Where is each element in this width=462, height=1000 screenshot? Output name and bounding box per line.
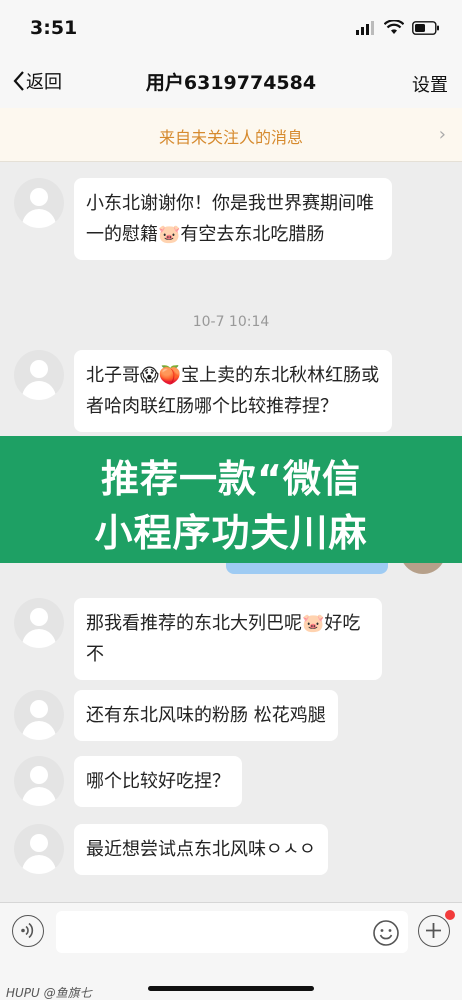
settings-button[interactable]: 设置 <box>412 71 448 97</box>
message-row: 哪个比较好吃捏？ <box>14 756 242 807</box>
message-row: 还有东北风味的粉肠 松花鸡腿 <box>14 690 338 741</box>
message-bubble[interactable]: 还有东北风味的粉肠 松花鸡腿 <box>74 690 338 741</box>
bottom-area: HUPU @鱼旗七 <box>0 962 462 1000</box>
voice-button[interactable] <box>12 915 44 947</box>
voice-icon <box>21 922 34 939</box>
message-bubble[interactable]: 那我看推荐的东北大列巴呢🐷好吃不 <box>74 598 382 680</box>
notification-dot <box>445 910 455 920</box>
timestamp: 10-7 10:14 <box>192 314 270 330</box>
signal-icon <box>356 20 374 35</box>
page-title: 用户6319774584 <box>145 72 317 94</box>
avatar[interactable] <box>14 824 64 874</box>
plus-icon <box>426 923 441 938</box>
status-bar: 3:51 <box>0 0 462 56</box>
message-bubble[interactable]: 最近想尝试点东北风味ㅇㅅㅇ <box>74 824 328 875</box>
message-row: 最近想尝试点东北风味ㅇㅅㅇ <box>14 824 328 875</box>
watermark: HUPU @鱼旗七 <box>6 986 92 1000</box>
message-row: 那我看推荐的东北大列巴呢🐷好吃不 <box>14 598 382 680</box>
stranger-message-notice[interactable]: 来自未关注人的消息 › <box>0 108 462 162</box>
status-icons <box>356 20 440 35</box>
message-row: 北子哥😱🍑宝上卖的东北秋林红肠或者哈肉联红肠哪个比较推荐捏？ <box>14 350 392 432</box>
plus-button[interactable] <box>418 910 455 947</box>
avatar[interactable] <box>14 350 64 400</box>
banner-line-2: 小程序功夫川麻 <box>94 511 368 555</box>
avatar[interactable] <box>14 178 64 228</box>
message-input[interactable] <box>56 911 408 953</box>
notice-text: 来自未关注人的消息 <box>158 128 303 147</box>
message-bubble[interactable]: 哪个比较好吃捏？ <box>74 756 242 807</box>
chevron-right-icon: › <box>438 124 446 145</box>
home-indicator[interactable] <box>148 986 314 991</box>
avatar[interactable] <box>14 690 64 740</box>
battery-icon <box>412 20 439 35</box>
message-bubble[interactable]: 小东北谢谢你！你是我世界赛期间唯一的慰籍🐷有空去东北吃腊肠 <box>74 178 392 260</box>
avatar[interactable] <box>14 756 64 806</box>
avatar[interactable] <box>14 598 64 648</box>
promo-banner: 推荐一款“微信 小程序功夫川麻 <box>0 436 462 563</box>
banner-line-1: 推荐一款“微信 <box>101 457 361 501</box>
message-bubble[interactable]: 北子哥😱🍑宝上卖的东北秋林红肠或者哈肉联红肠哪个比较推荐捏？ <box>74 350 392 432</box>
status-time: 3:51 <box>30 17 78 39</box>
wifi-icon <box>384 20 404 34</box>
message-row: 小东北谢谢你！你是我世界赛期间唯一的慰籍🐷有空去东北吃腊肠 <box>14 178 392 260</box>
input-bar <box>0 902 462 962</box>
emoji-icon[interactable] <box>372 919 400 947</box>
nav-bar: 返回 用户6319774584 设置 <box>0 56 462 108</box>
